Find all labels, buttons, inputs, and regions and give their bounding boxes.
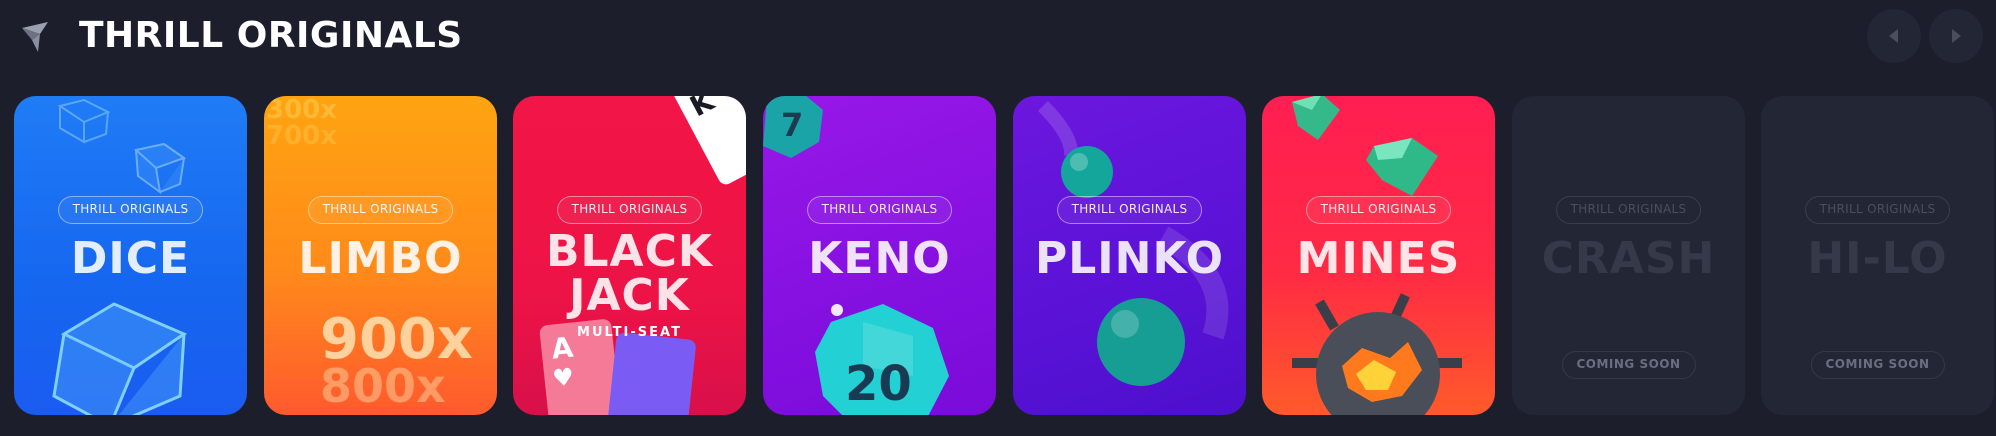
- next-button[interactable]: [1929, 9, 1983, 63]
- multiplier-second: 800x: [320, 359, 446, 413]
- card-badge: THRILL ORIGINALS: [556, 196, 703, 224]
- card-badge: THRILL ORIGINALS: [806, 196, 953, 224]
- game-card-plinko[interactable]: THRILL ORIGINALS PLINKO: [1013, 96, 1246, 415]
- svg-text:♥: ♥: [551, 363, 575, 393]
- card-badge: THRILL ORIGINALS: [1555, 196, 1702, 224]
- game-card-limbo[interactable]: 300x 700x 900x 800x THRILL ORIGINALS LIM…: [264, 96, 497, 415]
- keno-ball-top-number: 7: [781, 106, 803, 144]
- card-badge: THRILL ORIGINALS: [1804, 196, 1951, 224]
- card-badge: THRILL ORIGINALS: [1056, 196, 1203, 224]
- chevron-left-icon: [1889, 29, 1898, 43]
- game-title: LIMBO: [298, 233, 463, 284]
- game-title: HI-LO: [1807, 233, 1948, 284]
- card-badge: THRILL ORIGINALS: [57, 196, 204, 224]
- game-card-hilo: THRILL ORIGINALS HI-LO COMING SOON: [1761, 96, 1994, 415]
- game-title: PLINKO: [1034, 233, 1224, 284]
- thrill-logo-icon: [22, 22, 48, 52]
- game-title: DICE: [70, 233, 191, 284]
- game-card-dice[interactable]: THRILL ORIGINALS DICE: [14, 96, 247, 415]
- game-title: BLACK JACK: [513, 230, 746, 318]
- game-card-crash: THRILL ORIGINALS CRASH COMING SOON: [1512, 96, 1745, 415]
- card-badge: THRILL ORIGINALS: [307, 196, 454, 224]
- game-title: KENO: [808, 233, 951, 284]
- game-subtitle: MULTI-SEAT: [577, 325, 682, 340]
- game-title-line2: JACK: [569, 270, 690, 321]
- section-header: THRILL ORIGINALS: [0, 0, 1996, 80]
- chevron-right-icon: [1952, 29, 1961, 43]
- keno-ball-bottom-number: 20: [845, 356, 912, 412]
- game-card-mines[interactable]: THRILL ORIGINALS MINES: [1262, 96, 1495, 415]
- section-title: THRILL ORIGINALS: [79, 15, 463, 56]
- coming-soon-badge: COMING SOON: [1810, 351, 1945, 379]
- game-card-blackjack[interactable]: K ♠ A ♥ THRILL ORIGINALS BLACK JACK MULT…: [513, 96, 746, 415]
- prev-button[interactable]: [1867, 9, 1921, 63]
- game-card-keno[interactable]: 7 20 THRILL ORIGINALS KENO: [763, 96, 996, 415]
- game-title: CRASH: [1541, 233, 1716, 284]
- card-badge: THRILL ORIGINALS: [1305, 196, 1452, 224]
- originals-carousel: THRILL ORIGINALS DICE 300x 700x 900x 800…: [14, 96, 1996, 416]
- multiplier-top-b: 700x: [266, 121, 337, 151]
- game-title-line1: BLACK: [545, 226, 713, 277]
- game-title: MINES: [1296, 233, 1461, 284]
- coming-soon-badge: COMING SOON: [1561, 351, 1696, 379]
